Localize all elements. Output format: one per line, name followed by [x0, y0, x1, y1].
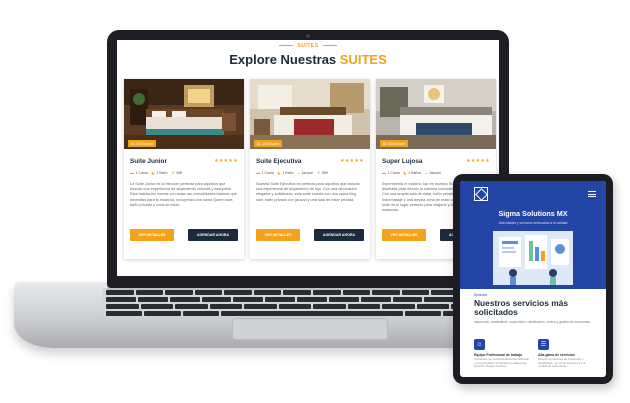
amenity-jacuzzi: ◒ Jacuzzi — [425, 170, 441, 180]
services-kicker: Servicios — [474, 293, 487, 297]
device-mockup-scene: SUITES Explore Nuestras SUITES $1.200/No… — [0, 0, 630, 403]
room-name: Suite Junior — [130, 158, 167, 165]
amenity-bath: ◣ 1 Baño — [278, 170, 294, 180]
laptop-lid: SUITES Explore Nuestras SUITES $1.200/No… — [107, 30, 509, 288]
room-description: La Suite Junior es la elección perfecta … — [130, 182, 237, 207]
room-photo — [124, 79, 244, 149]
laptop-screen: SUITES Explore Nuestras SUITES $1.200/No… — [117, 40, 499, 276]
services-intro: Inspección, rendimiento, supervisión, cl… — [474, 320, 591, 324]
rating-stars: ★★★★★ — [214, 158, 238, 164]
service-item-team: ☺ Equipo Profesional de trabajo Contamos… — [474, 339, 530, 369]
jacuzzi-icon: ◒ — [297, 170, 300, 175]
wifi-icon: ≋ — [317, 170, 321, 175]
room-amenities: ▬ 1 Cama ◣ 1 Baño ◒ Jacuzzi ≋ Wifi — [256, 170, 364, 180]
amenity-label: Wifi — [321, 171, 328, 175]
service-desc: Ofrecemos servicios de inspección y clas… — [538, 357, 586, 369]
tablet-device: Sigma Solutions MX Actividades y servici… — [453, 174, 613, 384]
team-icon: ☺ — [474, 339, 485, 350]
services-heading: Nuestros servicios más solicitados — [474, 298, 569, 317]
jacuzzi-icon: ◒ — [425, 170, 428, 175]
brand-title: Sigma Solutions MX — [498, 209, 568, 218]
amenity-bed: ▬ 1 Cama — [130, 170, 148, 180]
page-title-main: Explore Nuestras — [229, 52, 337, 67]
tablet-screen: Sigma Solutions MX Actividades y servici… — [460, 181, 606, 377]
section-kicker: SUITES — [117, 43, 499, 49]
bath-icon: ◣ — [277, 170, 281, 175]
section-kicker-text: SUITES — [297, 43, 319, 49]
view-details-button[interactable]: VER DETALLES — [382, 229, 426, 241]
rating-stars: ★★★★★ — [340, 158, 364, 164]
room-name: Super Lujosa — [382, 158, 423, 165]
amenity-bed: ▬ 1 Cama — [382, 170, 400, 180]
hamburger-menu-icon[interactable] — [588, 191, 596, 197]
amenity-jacuzzi: ◒ Jacuzzi — [297, 170, 313, 180]
view-details-button[interactable]: VER DETALLES — [256, 229, 300, 241]
room-photo — [250, 79, 370, 149]
room-photo — [376, 79, 496, 149]
bath-icon: ◣ — [403, 170, 407, 175]
room-name: Suite Ejecutiva — [256, 158, 302, 165]
rating-stars: ★★★★★ — [466, 158, 490, 164]
bed-icon: ▬ — [130, 170, 134, 175]
logo-icon — [474, 187, 488, 201]
wifi-icon: ≋ — [171, 170, 175, 175]
amenity-label: 2 Baños — [408, 171, 422, 175]
amenity-wifi: ≋ Wifi — [171, 170, 182, 180]
amenity-label: Jacuzzi — [429, 171, 441, 175]
room-amenities: ▬ 1 Cama ◣ 1 Baño ≋ Wifi — [130, 170, 238, 180]
price-badge: $1.200/Noche — [128, 140, 157, 147]
room-card-suite-junior: $1.200/Noche Suite Junior ★★★★★ ▬ 1 Cama … — [124, 79, 244, 259]
services-section: Servicios Nuestros servicios más solicit… — [474, 293, 598, 324]
room-card-suite-ejecutiva: $1.180/Noche Suite Ejecutiva ★★★★★ ▬ 1 Ca… — [250, 79, 370, 259]
book-now-button[interactable]: AGENDAR AHORA — [188, 229, 238, 241]
bath-icon: ◣ — [151, 170, 155, 175]
price-badge: $2.500/Noche — [380, 140, 409, 147]
hero-illustration — [493, 231, 573, 285]
amenity-bath: ◣ 1 Baño — [152, 170, 168, 180]
brand-tagline: Actividades y servicios enfocados a la c… — [498, 221, 568, 225]
amenity-bath: ◣ 2 Baños — [404, 170, 421, 180]
laptop-trackpad — [232, 318, 388, 340]
page-title: Explore Nuestras SUITES — [117, 52, 499, 67]
book-now-button[interactable]: AGENDAR AHORA — [314, 229, 364, 241]
amenity-label: 1 Cama — [387, 171, 400, 175]
amenity-label: 1 Cama — [261, 171, 274, 175]
amenity-label: Jacuzzi — [301, 171, 314, 175]
room-description: Nuestra Suite Ejecutiva es perfecta para… — [256, 182, 360, 202]
list-icon: ☰ — [538, 339, 549, 350]
view-details-button[interactable]: VER DETALLES — [130, 229, 174, 241]
service-desc: Contamos con personal altamente califica… — [474, 357, 530, 369]
amenity-wifi: ≋ Wifi — [317, 170, 328, 180]
amenity-label: Wifi — [176, 171, 183, 175]
bed-icon: ▬ — [256, 170, 260, 175]
amenity-label: 1 Cama — [135, 171, 148, 175]
bed-icon: ▬ — [382, 170, 386, 175]
hero-banner: Sigma Solutions MX Actividades y servici… — [460, 181, 606, 289]
webcam-icon — [306, 34, 310, 38]
price-badge: $1.180/Noche — [254, 140, 283, 147]
amenity-bed: ▬ 1 Cama — [256, 170, 274, 180]
page-title-accent: SUITES — [339, 52, 387, 67]
service-item-range: ☰ Alta gama de servicios Ofrecemos servi… — [538, 339, 594, 369]
amenity-label: 1 Baño — [156, 171, 168, 175]
amenity-label: 1 Baño — [282, 171, 294, 175]
